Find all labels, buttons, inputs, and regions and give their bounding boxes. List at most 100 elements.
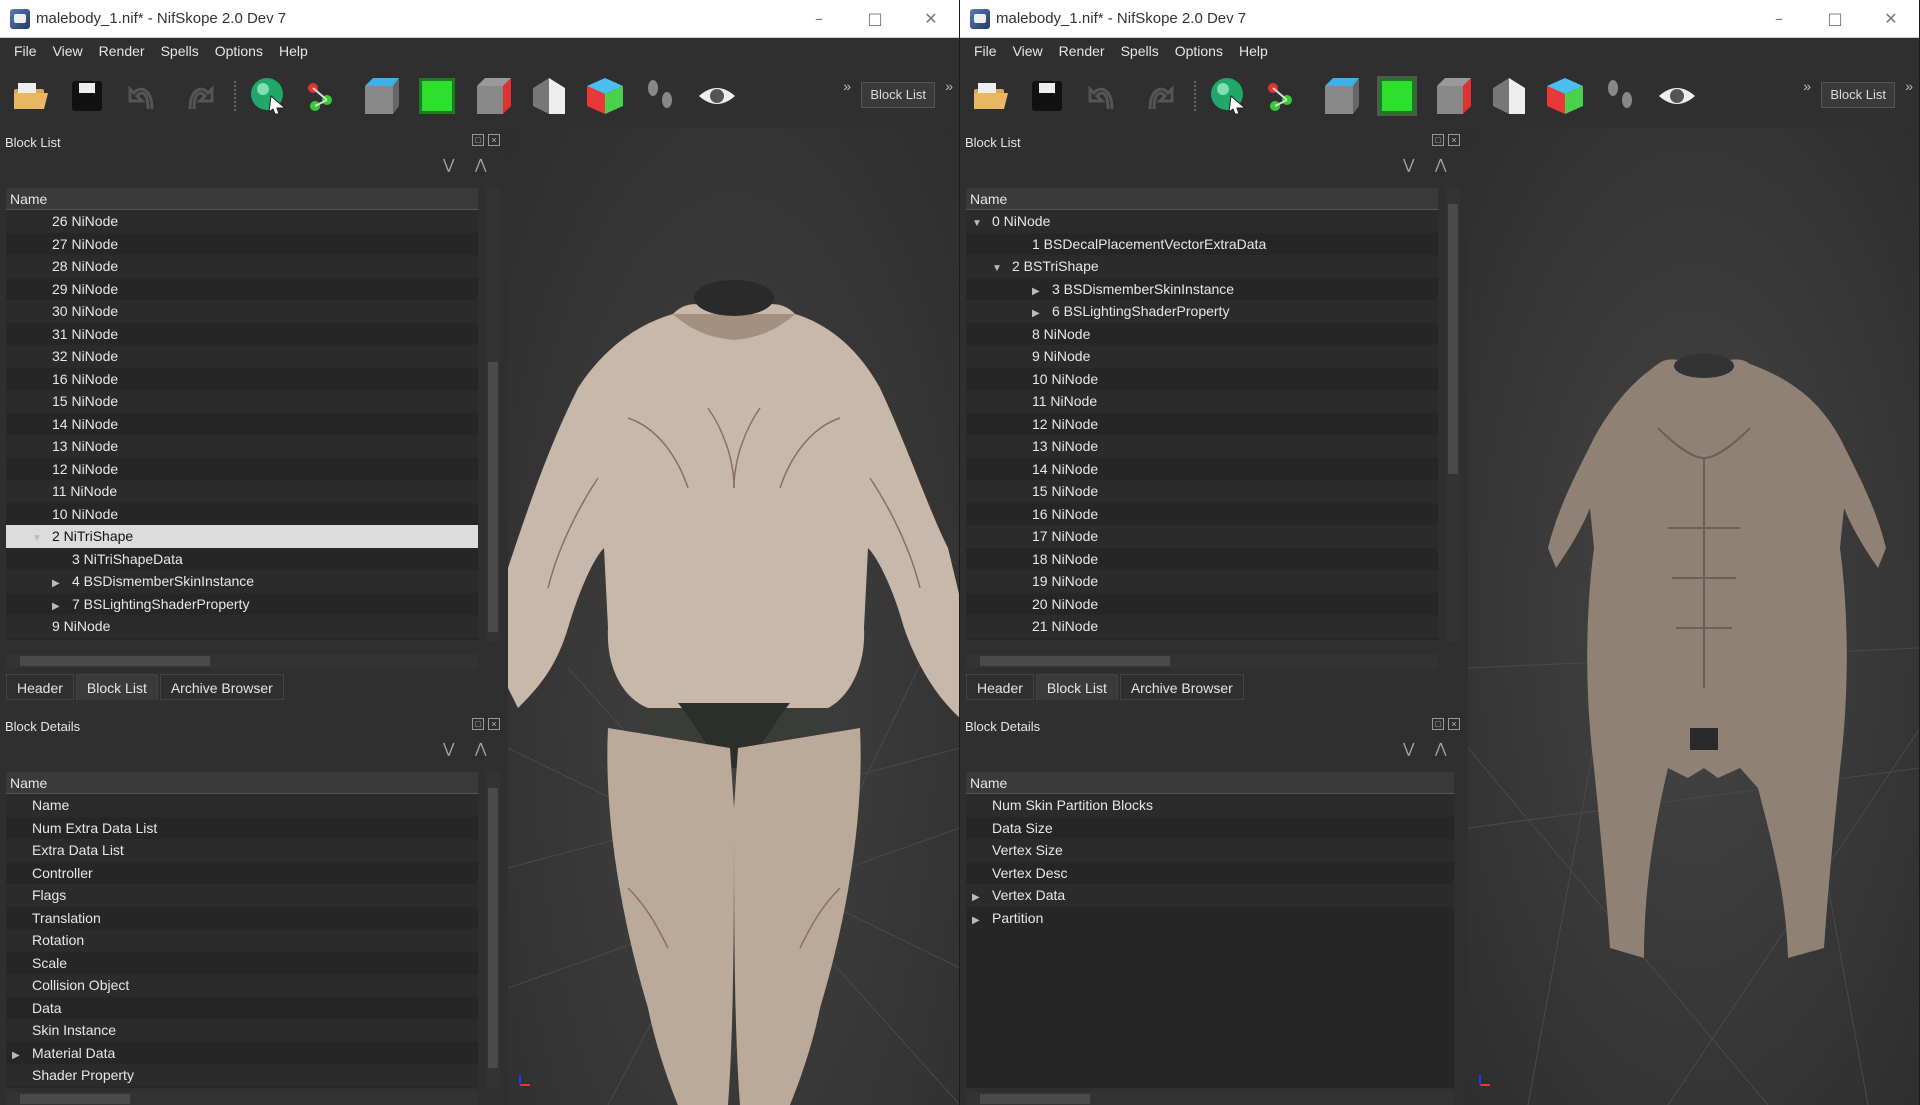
block-row[interactable]: 31 NiNode	[6, 322, 478, 345]
detail-row[interactable]: Num Skin Partition Blocks	[966, 794, 1454, 817]
maximize-button[interactable]: □	[847, 9, 903, 28]
detail-row[interactable]: Collision Object	[6, 974, 478, 997]
block-row[interactable]: ▶ 6 BSLightingShaderProperty	[966, 300, 1438, 323]
block-row[interactable]: 10 NiNode	[966, 367, 1438, 390]
menu-file[interactable]: File	[966, 43, 1005, 59]
menu-view[interactable]: View	[45, 43, 91, 59]
block-row[interactable]: ▶ 3 BSDismemberSkinInstance	[966, 277, 1438, 300]
block-row[interactable]: 13 NiNode	[966, 435, 1438, 458]
collapse-arrow-icon[interactable]: ▶	[972, 910, 984, 932]
detail-row[interactable]: Num Extra Data List	[6, 816, 478, 839]
save-icon[interactable]	[66, 75, 108, 117]
minimize-button[interactable]: –	[791, 9, 847, 28]
block-row[interactable]: 14 NiNode	[6, 412, 478, 435]
close-panel-icon[interactable]: ×	[1448, 718, 1460, 730]
toolbar-overflow-icon-2[interactable]: »	[1905, 78, 1913, 94]
close-panel-icon[interactable]: ×	[1448, 134, 1460, 146]
menu-spells[interactable]: Spells	[153, 43, 207, 59]
undo-icon[interactable]	[1082, 75, 1124, 117]
float-icon[interactable]: □	[1432, 718, 1444, 730]
menu-render[interactable]: Render	[1051, 43, 1113, 59]
red-cube-icon[interactable]	[472, 75, 514, 117]
block-row[interactable]: ▼ 2 NiTriShape	[6, 525, 478, 548]
horizontal-scrollbar[interactable]	[6, 654, 478, 668]
block-row[interactable]: 16 NiNode	[966, 502, 1438, 525]
detail-row[interactable]: ▶ Partition	[966, 906, 1454, 932]
select-icon[interactable]	[1208, 75, 1250, 117]
detail-row[interactable]: Rotation	[6, 929, 478, 952]
horizontal-scrollbar[interactable]	[966, 1092, 1454, 1105]
menu-view[interactable]: View	[1005, 43, 1051, 59]
tab-archive-browser[interactable]: Archive Browser	[1119, 674, 1244, 700]
block-row[interactable]: 32 NiNode	[6, 345, 478, 368]
block-row[interactable]: 28 NiNode	[6, 255, 478, 278]
toolbar-overflow-icon[interactable]: »	[1803, 78, 1811, 94]
tab-block-list[interactable]: Block List	[1035, 674, 1118, 700]
half-cube-icon[interactable]	[1488, 75, 1530, 117]
block-row[interactable]: 10 NiNode	[6, 502, 478, 525]
float-icon[interactable]: □	[472, 718, 484, 730]
expand-all-icon[interactable]: ⋀	[475, 156, 486, 173]
detail-row[interactable]: Data	[6, 996, 478, 1019]
redo-icon[interactable]	[1138, 75, 1180, 117]
block-row[interactable]: ▼ 0 NiNode	[966, 210, 1438, 233]
block-row[interactable]: 18 NiNode	[966, 547, 1438, 570]
block-row[interactable]: 29 NiNode	[6, 277, 478, 300]
detail-row[interactable]: Vertex Desc	[966, 861, 1454, 884]
collapse-all-icon[interactable]: ⋁	[1403, 156, 1414, 173]
collapse-all-icon[interactable]: ⋁	[443, 156, 454, 173]
vertical-scrollbar[interactable]	[486, 772, 500, 1088]
menu-options[interactable]: Options	[1167, 43, 1231, 59]
skeleton-icon[interactable]	[1264, 75, 1306, 117]
detail-row[interactable]: ▶ Material Data	[6, 1041, 478, 1064]
close-button[interactable]: ✕	[903, 9, 959, 28]
block-row[interactable]: 30 NiNode	[6, 300, 478, 323]
color-cube-icon[interactable]	[1544, 75, 1586, 117]
horizontal-scrollbar[interactable]	[6, 1092, 478, 1105]
block-row[interactable]: 22 NiNode	[966, 637, 1438, 640]
block-row[interactable]: 15 NiNode	[966, 480, 1438, 503]
half-cube-icon[interactable]	[528, 75, 570, 117]
column-header-name[interactable]: Name	[6, 188, 478, 210]
block-row[interactable]: 9 NiNode	[6, 615, 478, 638]
block-row[interactable]: 26 NiNode	[6, 210, 478, 233]
float-icon[interactable]: □	[472, 134, 484, 146]
3d-viewport[interactable]	[1468, 128, 1919, 1105]
tab-block-list[interactable]: Block List	[75, 674, 158, 700]
detail-row[interactable]: Data Size	[966, 816, 1454, 839]
vertical-scrollbar[interactable]	[486, 188, 500, 642]
menu-help[interactable]: Help	[271, 43, 316, 59]
block-row[interactable]: 21 NiNode	[966, 615, 1438, 638]
undo-icon[interactable]	[122, 75, 164, 117]
redo-icon[interactable]	[178, 75, 220, 117]
column-header-name[interactable]: Name	[966, 772, 1454, 794]
blue-cube-icon[interactable]	[360, 75, 402, 117]
block-row[interactable]: ▶ 4 BSDismemberSkinInstance	[6, 570, 478, 593]
block-row[interactable]: 27 NiNode	[6, 232, 478, 255]
block-row[interactable]: 17 NiNode	[966, 525, 1438, 548]
toolbar-overflow-icon[interactable]: »	[843, 78, 851, 94]
float-icon[interactable]: □	[1432, 134, 1444, 146]
column-header-name[interactable]: Name	[6, 772, 478, 794]
open-file-icon[interactable]	[970, 75, 1012, 117]
expand-all-icon[interactable]: ⋀	[475, 740, 486, 757]
block-row[interactable]: 15 NiNode	[6, 390, 478, 413]
column-header-name[interactable]: Name	[966, 188, 1438, 210]
tab-header[interactable]: Header	[966, 674, 1034, 700]
expand-all-icon[interactable]: ⋀	[1435, 156, 1446, 173]
block-row[interactable]: 16 NiNode	[6, 367, 478, 390]
detail-row[interactable]: Translation	[6, 906, 478, 929]
collapse-all-icon[interactable]: ⋁	[443, 740, 454, 757]
detail-row[interactable]: ▶ Vertex Data	[966, 884, 1454, 907]
menu-spells[interactable]: Spells	[1113, 43, 1167, 59]
3d-viewport[interactable]	[508, 128, 959, 1105]
block-row[interactable]: ▶ 7 BSLightingShaderProperty	[6, 592, 478, 615]
expand-all-icon[interactable]: ⋀	[1435, 740, 1446, 757]
block-row[interactable]: 1 BSDecalPlacementVectorExtraData	[966, 232, 1438, 255]
menu-help[interactable]: Help	[1231, 43, 1276, 59]
green-cube-icon[interactable]	[1376, 75, 1418, 117]
block-row[interactable]: 8 NiNode	[966, 322, 1438, 345]
close-panel-icon[interactable]: ×	[488, 134, 500, 146]
toolbar-overflow-icon-2[interactable]: »	[945, 78, 953, 94]
detail-row[interactable]: Controller	[6, 861, 478, 884]
